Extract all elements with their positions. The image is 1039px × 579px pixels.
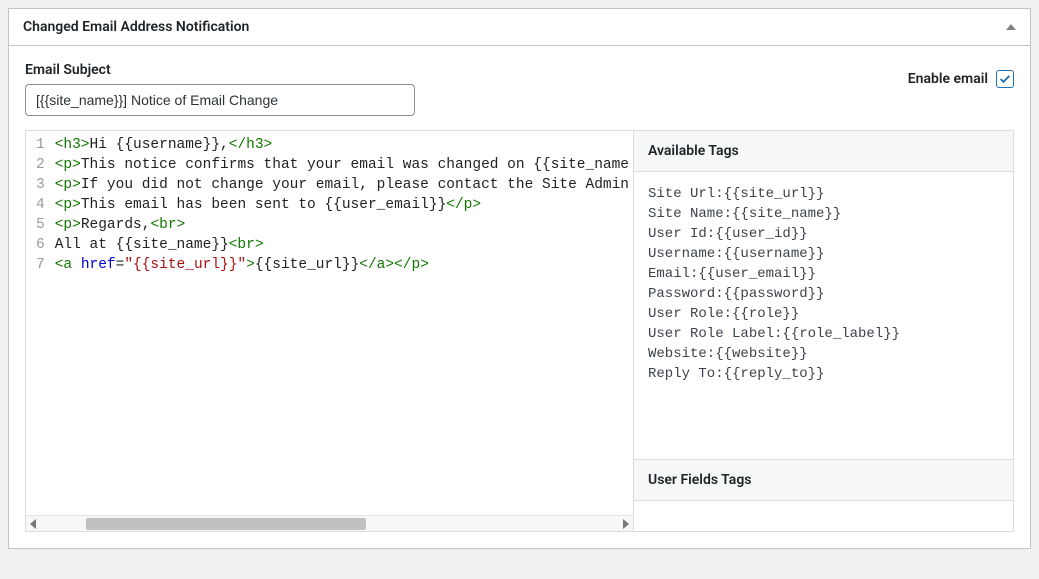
line-gutter: 1234567 [26,131,51,515]
line-number: 3 [36,175,45,195]
code-editor[interactable]: 1234567 <h3>Hi {{username}},</h3><p>This… [26,131,633,531]
subject-block: Email Subject [25,62,415,116]
code-line[interactable]: <p>This notice confirms that your email … [55,155,629,175]
tag-item[interactable]: User Id:{{user_id}} [648,224,999,244]
enable-email-checkbox[interactable] [996,70,1014,88]
user-fields-tags-header[interactable]: User Fields Tags [634,459,1013,501]
check-icon [998,72,1012,86]
collapse-icon[interactable] [1006,24,1016,30]
panel-title: Changed Email Address Notification [23,19,249,35]
code-line[interactable]: All at {{site_name}}<br> [55,235,629,255]
line-number: 6 [36,235,45,255]
line-number: 7 [36,255,45,275]
enable-email-label: Enable email [908,71,988,87]
panel-header[interactable]: Changed Email Address Notification [9,9,1030,46]
tag-item[interactable]: Email:{{user_email}} [648,264,999,284]
main-row: 1234567 <h3>Hi {{username}},</h3><p>This… [25,130,1014,532]
tags-sidebar: Available Tags Site Url:{{site_url}}Site… [633,131,1013,531]
settings-panel: Changed Email Address Notification Email… [8,8,1031,549]
scroll-left-icon[interactable] [30,519,36,529]
line-number: 2 [36,155,45,175]
code-line[interactable]: <a href="{{site_url}}">{{site_url}}</a><… [55,255,629,275]
line-number: 5 [36,215,45,235]
tag-item[interactable]: User Role Label:{{role_label}} [648,324,999,344]
available-tags-body: Site Url:{{site_url}}Site Name:{{site_na… [634,172,1013,459]
horizontal-scrollbar[interactable] [26,515,633,531]
code-line[interactable]: <p>If you did not change your email, ple… [55,175,629,195]
available-tags-header[interactable]: Available Tags [634,131,1013,172]
top-row: Email Subject Enable email [25,62,1014,116]
scroll-right-icon[interactable] [623,519,629,529]
tag-item[interactable]: User Role:{{role}} [648,304,999,324]
tag-item[interactable]: Site Url:{{site_url}} [648,184,999,204]
enable-email-block: Enable email [908,62,1014,88]
subject-input[interactable] [25,84,415,116]
code-content[interactable]: <h3>Hi {{username}},</h3><p>This notice … [51,131,633,515]
tag-item[interactable]: Site Name:{{site_name}} [648,204,999,224]
tag-item[interactable]: Reply To:{{reply_to}} [648,364,999,384]
scrollbar-thumb[interactable] [86,518,366,530]
code-line[interactable]: <h3>Hi {{username}},</h3> [55,135,629,155]
tag-item[interactable]: Username:{{username}} [648,244,999,264]
user-fields-tags-body [634,501,1013,531]
code-line[interactable]: <p>This email has been sent to {{user_em… [55,195,629,215]
line-number: 1 [36,135,45,155]
subject-label: Email Subject [25,62,415,78]
tag-item[interactable]: Password:{{password}} [648,284,999,304]
code-area[interactable]: 1234567 <h3>Hi {{username}},</h3><p>This… [26,131,633,515]
tag-item[interactable]: Website:{{website}} [648,344,999,364]
line-number: 4 [36,195,45,215]
panel-body: Email Subject Enable email 1234567 <h3>H… [9,46,1030,548]
code-line[interactable]: <p>Regards,<br> [55,215,629,235]
